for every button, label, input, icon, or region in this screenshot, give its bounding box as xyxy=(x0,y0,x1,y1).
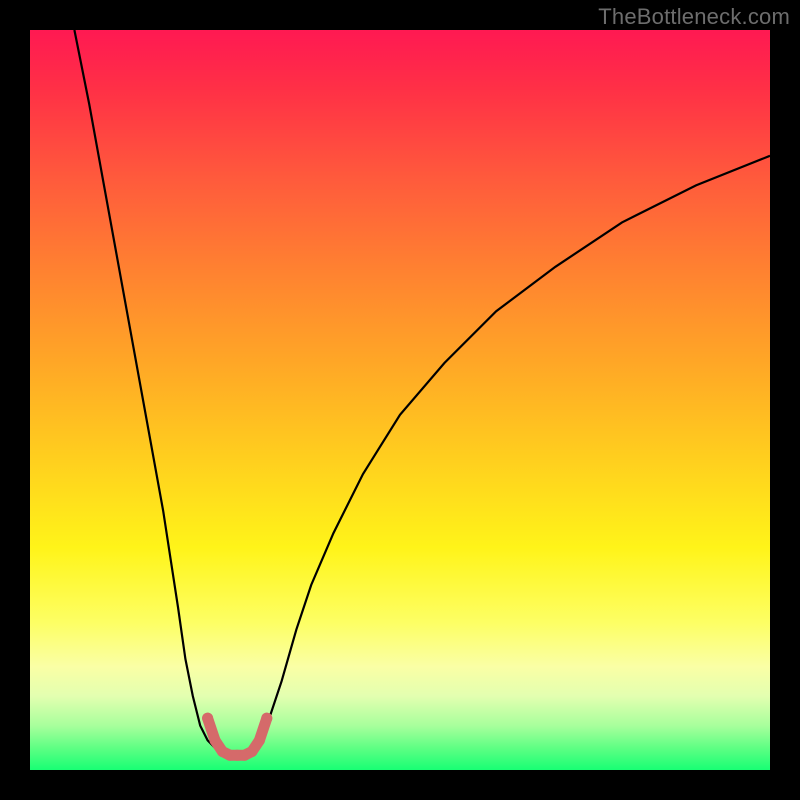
curve-layer xyxy=(30,30,770,770)
valley-marker-dot xyxy=(210,735,221,746)
left-branch-curve xyxy=(74,30,215,748)
valley-marker-dot xyxy=(261,713,272,724)
valley-marker-dot xyxy=(247,746,258,757)
right-branch-curve xyxy=(259,156,770,748)
valley-marker-dot xyxy=(202,713,213,724)
valley-marker-dots xyxy=(202,713,272,761)
valley-marker-dot xyxy=(254,735,265,746)
watermark-text: TheBottleneck.com xyxy=(598,4,790,30)
frame: TheBottleneck.com xyxy=(0,0,800,800)
plot-area xyxy=(30,30,770,770)
